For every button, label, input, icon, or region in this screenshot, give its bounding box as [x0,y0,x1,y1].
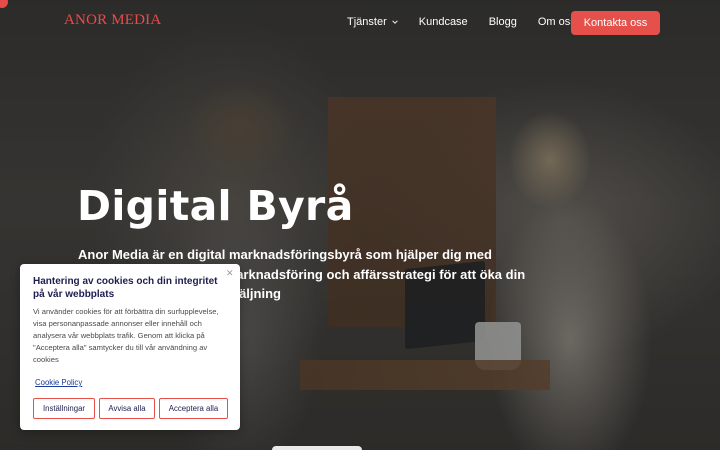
cookie-title: Hantering av cookies och din integritet … [33,276,218,300]
nav-item-label: Tjänster [347,16,387,28]
hero-title: Digital Byrå [77,182,354,230]
next-section-edge [272,446,362,450]
contact-button[interactable]: Kontakta oss [571,11,660,35]
cookie-banner: ✕ Hantering av cookies och din integrite… [20,264,240,430]
cookie-accept-button[interactable]: Acceptera alla [159,398,228,419]
logo[interactable]: ANOR MEDIA [64,12,161,29]
site-header: ANOR MEDIA Tjänster Kundcase Blogg Om os… [0,0,720,46]
nav-item-blogg[interactable]: Blogg [489,16,517,28]
chevron-down-icon [392,20,398,24]
cookie-body: Vi använder cookies för att förbättra di… [33,307,219,364]
nav-item-tjanster[interactable]: Tjänster [347,16,398,28]
cookie-buttons: Inställningar Avvisa alla Acceptera alla [33,398,232,419]
cookie-settings-button[interactable]: Inställningar [33,398,95,419]
cookie-deny-button[interactable]: Avvisa alla [99,398,155,419]
main-nav: Tjänster Kundcase Blogg Om oss [347,16,597,28]
cookie-policy-link[interactable]: Cookie Policy [35,378,82,387]
nav-item-kundcase[interactable]: Kundcase [419,16,468,28]
